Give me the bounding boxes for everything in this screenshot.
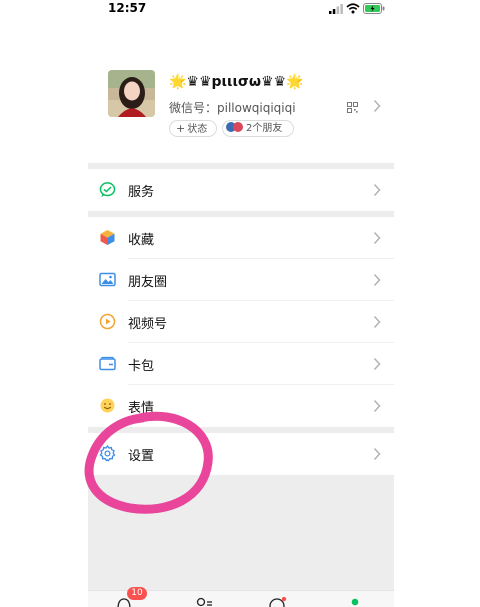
chevron-right-icon <box>373 99 381 113</box>
plus-icon: + <box>176 122 186 135</box>
page: 12:57 🌟♛♛pιιισω♛♛🌟 微信号：pillowqiqiqiqi + … <box>0 0 480 607</box>
menu-item-stickers[interactable]: 表情 <box>88 385 394 427</box>
menu-label-cards: 卡包 <box>128 359 155 374</box>
chevron-right-icon <box>373 183 381 197</box>
phone-screen: 12:57 🌟♛♛pιιισω♛♛🌟 微信号：pillowqiqiqiqi + … <box>88 0 394 607</box>
unread-badge: 10 <box>127 587 147 600</box>
moments-image-icon <box>99 272 116 287</box>
menu-item-channels[interactable]: 视频号 <box>88 301 394 343</box>
smiley-face-icon <box>100 398 115 413</box>
wechat-id: 微信号：pillowqiqiqiqi <box>169 101 296 115</box>
avatar[interactable] <box>108 70 155 117</box>
services-icon <box>99 182 116 197</box>
card-wallet-icon <box>99 356 116 371</box>
profile-header[interactable]: 🌟♛♛pιιισω♛♛🌟 微信号：pillowqiqiqiqi + 状态 2个朋友 <box>88 60 394 163</box>
chevron-right-icon <box>373 447 381 461</box>
menu-label-services: 服务 <box>128 185 155 200</box>
nickname: 🌟♛♛pιιισω♛♛🌟 <box>169 74 304 90</box>
friends-chip[interactable]: 2个朋友 <box>222 120 294 137</box>
chevron-right-icon <box>373 231 381 245</box>
menu-item-settings[interactable]: 设置 <box>88 433 394 475</box>
wifi-icon <box>346 3 360 14</box>
menu-label-moments: 朋友圈 <box>128 275 168 290</box>
menu-item-moments[interactable]: 朋友圈 <box>88 259 394 301</box>
menu-label-stickers: 表情 <box>128 401 155 416</box>
menu-item-services[interactable]: 服务 <box>88 169 394 211</box>
status-chip-label: 状态 <box>187 124 208 135</box>
cellular-signal-icon <box>329 4 343 14</box>
menu-item-cards[interactable]: 卡包 <box>88 343 394 385</box>
status-bar: 12:57 <box>88 0 394 18</box>
channels-play-icon <box>99 313 116 330</box>
qr-code-icon[interactable] <box>347 102 358 113</box>
friends-chip-label: 2个朋友 <box>246 123 283 134</box>
chevron-right-icon <box>373 273 381 287</box>
me-tab-icon[interactable] <box>350 597 360 607</box>
menu-label-channels: 视频号 <box>128 317 168 332</box>
tab-bar: 10 <box>88 587 394 607</box>
friend-avatar-icon <box>233 122 243 132</box>
chevron-right-icon <box>373 399 381 413</box>
gear-icon <box>99 445 116 462</box>
menu-label-favorites: 收藏 <box>128 233 155 248</box>
status-chip[interactable]: + 状态 <box>169 120 217 137</box>
battery-charging-icon <box>363 3 385 14</box>
empty-area <box>88 475 394 590</box>
menu-label-settings: 设置 <box>128 449 155 464</box>
favorites-cube-icon <box>100 230 115 245</box>
contacts-icon[interactable] <box>195 597 213 607</box>
menu-item-favorites[interactable]: 收藏 <box>88 217 394 259</box>
compass-discover-icon[interactable] <box>269 597 287 607</box>
status-time: 12:57 <box>108 1 147 15</box>
chevron-right-icon <box>373 357 381 371</box>
chevron-right-icon <box>373 315 381 329</box>
